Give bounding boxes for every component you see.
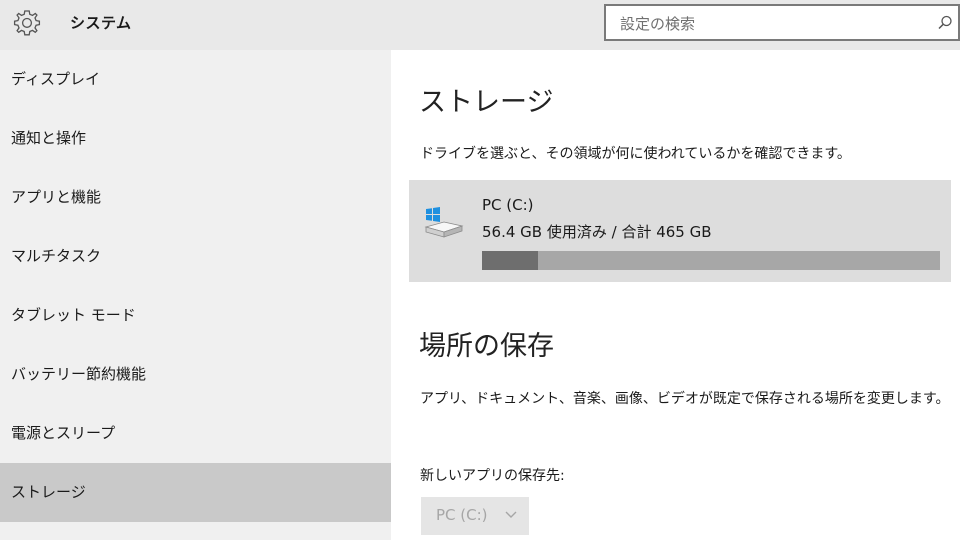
content-pane: ストレージ ドライブを選ぶと、その領域が何に使われているかを確認できます。 PC… — [391, 50, 960, 540]
new-apps-save-label: 新しいアプリの保存先: — [420, 468, 565, 484]
storage-usage-fill — [482, 251, 538, 270]
sidebar-item-notifications[interactable]: 通知と操作 — [0, 109, 391, 168]
storage-description: ドライブを選ぶと、その領域が何に使われているかを確認できます。 — [420, 146, 851, 162]
sidebar-item-label: ストレージ — [11, 483, 86, 501]
storage-usage-bar — [482, 251, 940, 270]
sidebar-item-apps-features[interactable]: アプリと機能 — [0, 168, 391, 227]
sidebar-item-label: マルチタスク — [11, 247, 102, 265]
sidebar-item-battery-saver[interactable]: バッテリー節約機能 — [0, 345, 391, 404]
chevron-down-icon — [505, 511, 517, 518]
select-value: PC (C:) — [436, 506, 488, 524]
search-input[interactable]: 設定の検索 — [604, 4, 960, 41]
sidebar-item-label: 電源とスリープ — [11, 424, 116, 442]
page-title: ストレージ — [419, 87, 554, 118]
app-title: システム — [70, 14, 132, 32]
sidebar-item-multitasking[interactable]: マルチタスク — [0, 227, 391, 286]
drive-usage-text: 56.4 GB 使用済み / 合計 465 GB — [482, 223, 712, 241]
sidebar-item-label: アプリと機能 — [11, 188, 102, 206]
save-locations-description: アプリ、ドキュメント、音楽、画像、ビデオが既定で保存される場所を変更します。 — [420, 391, 950, 407]
sidebar-item-tablet-mode[interactable]: タブレット モード — [0, 286, 391, 345]
sidebar-item-power-sleep[interactable]: 電源とスリープ — [0, 404, 391, 463]
sidebar-item-label: ディスプレイ — [11, 70, 100, 88]
title-bar: システム 設定の検索 — [0, 0, 960, 50]
sidebar-nav: ディスプレイ 通知と操作 アプリと機能 マルチタスク タブレット モード バッテ… — [0, 50, 391, 540]
sidebar-item-label: タブレット モード — [11, 306, 136, 324]
sidebar-item-storage[interactable]: ストレージ — [0, 463, 391, 522]
new-apps-save-select[interactable]: PC (C:) — [421, 497, 529, 535]
gear-icon[interactable] — [10, 7, 44, 41]
section-title-save-locations: 場所の保存 — [419, 331, 554, 362]
sidebar-item-label: 通知と操作 — [11, 129, 87, 147]
search-icon[interactable] — [936, 14, 954, 32]
sidebar-item-label: バッテリー節約機能 — [11, 365, 147, 383]
sidebar-item-display[interactable]: ディスプレイ — [0, 50, 391, 109]
drive-tile[interactable]: PC (C:) 56.4 GB 使用済み / 合計 465 GB — [409, 180, 951, 282]
drive-name: PC (C:) — [482, 196, 534, 214]
windows-drive-icon — [424, 207, 464, 238]
search-placeholder: 設定の検索 — [620, 15, 696, 33]
